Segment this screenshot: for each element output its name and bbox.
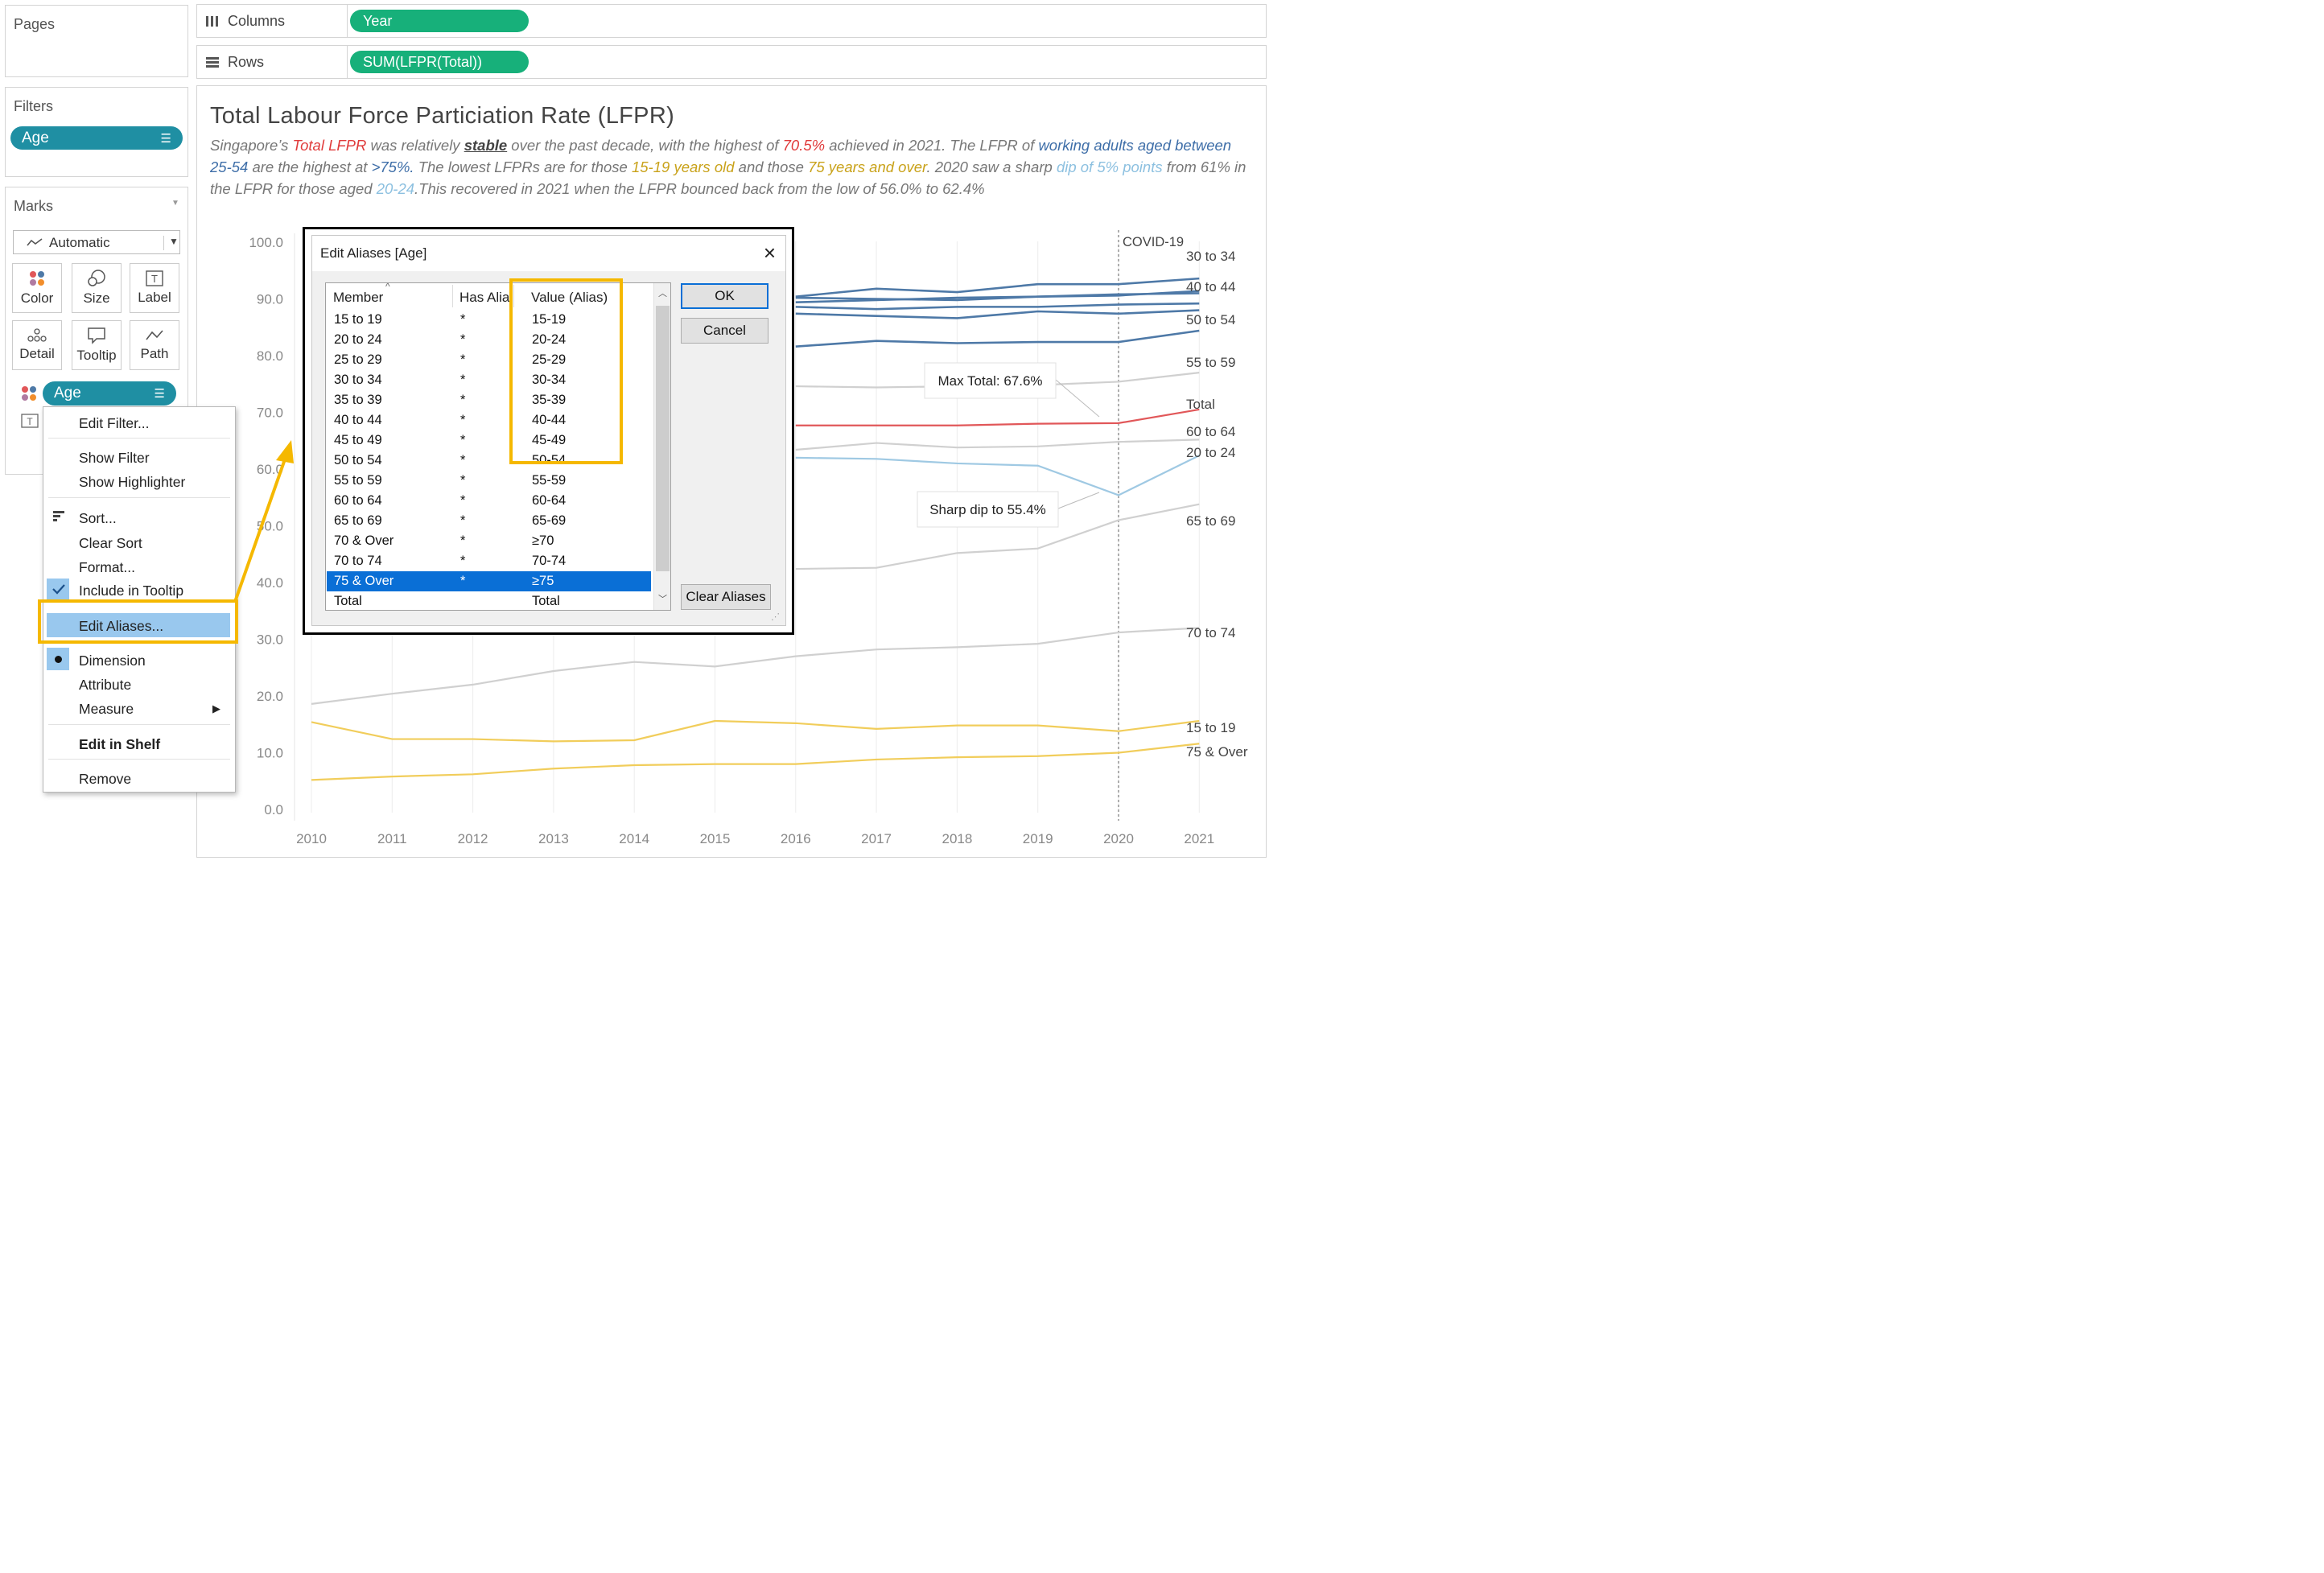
callout-arrow xyxy=(233,440,294,603)
